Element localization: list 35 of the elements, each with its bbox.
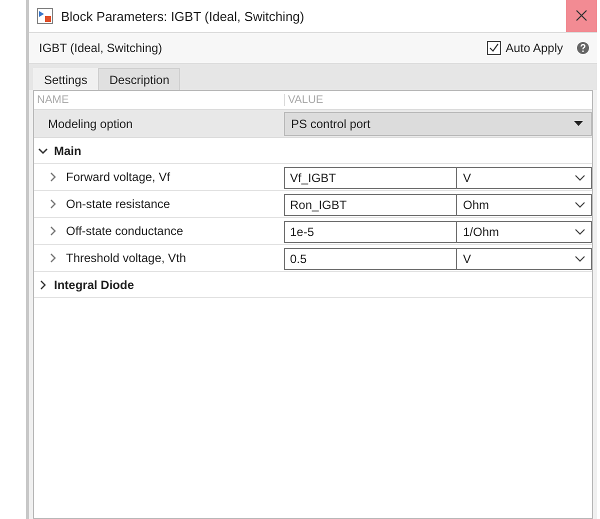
close-button[interactable]: [566, 0, 597, 32]
chevron-down-icon: [575, 202, 585, 208]
parameter-label: Threshold voltage, Vth: [66, 251, 186, 265]
value-field[interactable]: Ron_IGBT: [284, 194, 457, 216]
parameter-label: Modeling option: [47, 116, 134, 130]
window-title: Block Parameters: IGBT (Ideal, Switching): [61, 8, 306, 24]
parameter-label: Off-state conductance: [66, 224, 184, 238]
chevron-down-icon: [575, 174, 585, 180]
value-field[interactable]: Vf_IGBT: [284, 166, 457, 188]
unit-dropdown[interactable]: 1/Ohm: [457, 220, 592, 242]
chevron-down-icon[interactable]: [38, 146, 48, 156]
value-field[interactable]: 0.5: [284, 248, 457, 270]
group-label: Main: [54, 144, 82, 158]
column-header: NAME: [36, 94, 70, 106]
parameter-label: On-state resistance: [66, 197, 170, 211]
block-icon: [37, 8, 53, 24]
unit-dropdown[interactable]: V: [457, 248, 592, 270]
tab[interactable]: Description: [98, 68, 180, 91]
tab[interactable]: Settings: [33, 68, 98, 91]
group-label: Integral Diode: [54, 278, 134, 292]
help-icon[interactable]: [577, 42, 589, 54]
close-icon: [576, 10, 587, 21]
auto-apply-checkbox[interactable]: [486, 41, 501, 55]
chevron-down-icon: [575, 228, 585, 234]
auto-apply-label: Auto Apply: [506, 41, 563, 55]
dropdown-arrow-icon: [574, 121, 583, 126]
parameter-label: Forward voltage, Vf: [66, 170, 170, 184]
value-field[interactable]: 1e-5: [284, 220, 457, 242]
unit-dropdown[interactable]: Ohm: [457, 194, 592, 216]
chevron-right-icon[interactable]: [38, 280, 48, 290]
modeling-option-dropdown[interactable]: PS control port: [284, 112, 592, 136]
chevron-down-icon: [575, 256, 585, 262]
block-name: IGBT (Ideal, Switching): [39, 41, 164, 55]
unit-dropdown[interactable]: V: [457, 166, 592, 188]
column-header: VALUE: [284, 94, 592, 106]
